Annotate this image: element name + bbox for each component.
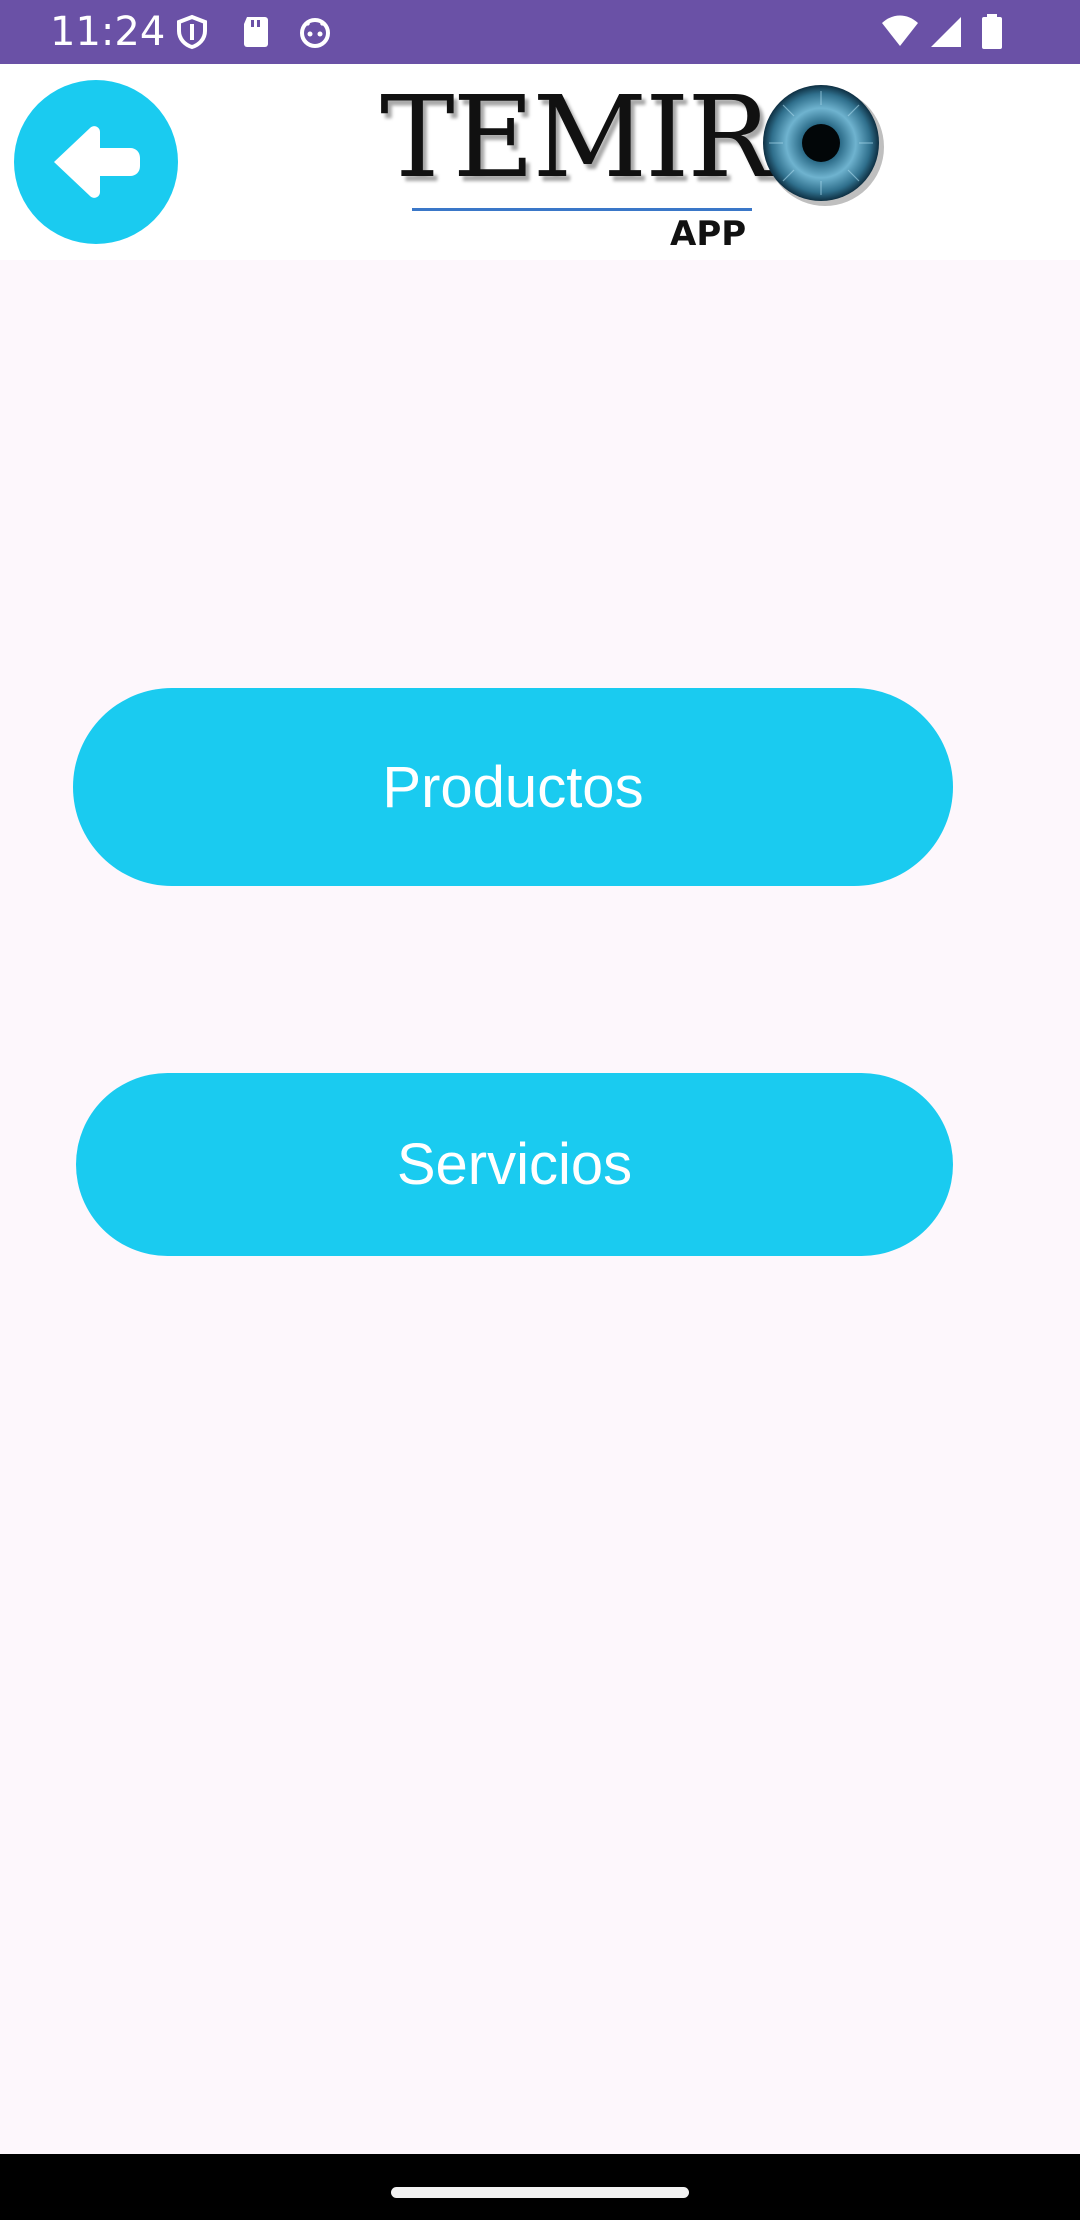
navigation-bar [0,2154,1080,2220]
status-time: 11:24 [50,9,166,55]
logo-subtext: APP [670,214,747,254]
servicios-button[interactable]: Servicios [76,1073,953,1256]
temir-logo: TEMIR APP [380,74,900,254]
logo-underline [412,208,752,211]
app-header: TEMIR APP [0,64,1080,260]
screen: 11:24 TEMIR APP Productos Servicios [0,0,1080,2220]
productos-button[interactable]: Productos [73,688,953,886]
battery-icon [981,14,1003,50]
status-bar: 11:24 [0,0,1080,64]
cell-signal-icon [928,14,964,50]
eye-icon [763,85,884,206]
back-button[interactable] [14,80,178,244]
logo-text: TEMIR [380,73,772,203]
android-face-icon [297,14,333,50]
shield-icon [174,14,210,50]
wifi-icon [880,14,920,50]
sd-card-icon [238,14,274,50]
arrow-left-icon [54,126,140,198]
home-indicator[interactable] [391,2187,689,2198]
